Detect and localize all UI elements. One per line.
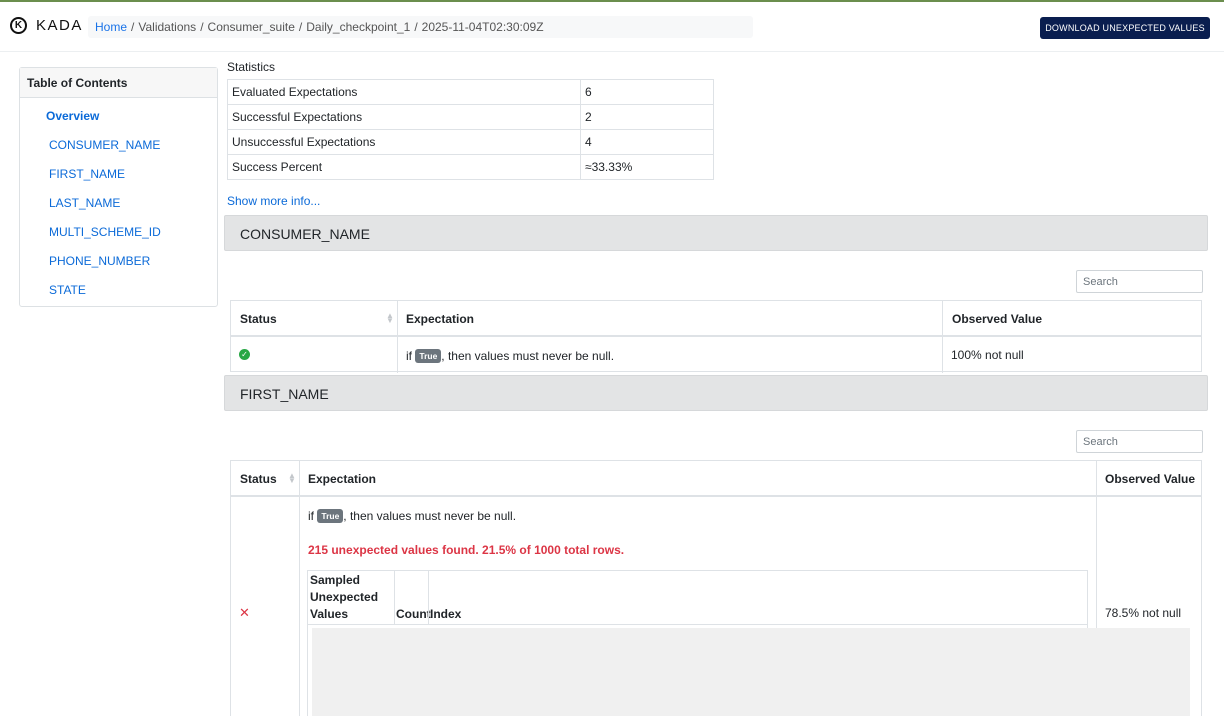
stat-label: Success Percent (227, 154, 581, 180)
true-badge: True (317, 509, 344, 523)
expectation-text: if True, then values must never be null. (406, 349, 615, 363)
stat-value: 2 (580, 104, 714, 130)
stat-label: Successful Expectations (227, 104, 581, 130)
section-header-consumer-name[interactable]: CONSUMER_NAME (224, 215, 1208, 251)
show-more-info-link[interactable]: Show more info... (227, 194, 320, 208)
table-row: Success Percent ≈33.33% (227, 154, 714, 180)
table-row: Unsuccessful Expectations 4 (227, 129, 714, 155)
status-column-header[interactable]: Status (231, 301, 397, 337)
statistics-table: Evaluated Expectations 6 Successful Expe… (227, 79, 714, 180)
stat-value: ≈33.33% (580, 154, 714, 180)
section-header-first-name[interactable]: FIRST_NAME (224, 375, 1208, 411)
stat-value: 4 (580, 129, 714, 155)
stat-value: 6 (580, 79, 714, 105)
expectations-table-consumer-name: Status ▲ ▼ Expectation Observed Value ✓ i… (230, 300, 1202, 373)
search-input[interactable]: Search (1076, 430, 1203, 453)
breadcrumb-item: Validations (138, 20, 197, 34)
kada-logo-icon: K (10, 17, 27, 34)
count-header: Count (396, 607, 431, 621)
breadcrumb-item: Consumer_suite (207, 20, 295, 34)
table-header-row (231, 461, 1201, 497)
toc-item-consumer-name[interactable]: CONSUMER_NAME (49, 138, 160, 152)
table-row: Successful Expectations 2 (227, 104, 714, 130)
true-badge: True (415, 349, 442, 363)
top-header: K KADA Home / Validations / Consumer_suite / D… (0, 2, 1224, 52)
expectation-column-header[interactable]: Expectation (299, 461, 376, 497)
brand-logo[interactable]: K KADA (10, 17, 83, 34)
sampled-values-header: Sampled Unexpected Values (310, 573, 379, 621)
sort-icon[interactable]: ▲ ▼ (288, 472, 296, 485)
toc-item-first-name[interactable]: FIRST_NAME (49, 167, 125, 181)
stat-label: Evaluated Expectations (227, 79, 581, 105)
table-row: Evaluated Expectations 6 (227, 79, 714, 105)
sort-icon[interactable]: ▲ ▼ (386, 312, 394, 325)
expectation-column-header[interactable]: Expectation (397, 301, 474, 337)
search-input[interactable]: Search (1076, 270, 1203, 293)
observed-value: 100% not null (951, 348, 1024, 362)
breadcrumb-item: 2025-11-04T02:30:09Z (421, 20, 544, 34)
expectation-text: if True, then values must never be null. (308, 509, 517, 523)
brand-name: KADA (36, 17, 83, 34)
toc-item-state[interactable]: STATE (49, 283, 86, 297)
statistics-title: Statistics (227, 60, 276, 74)
toc-item-last-name[interactable]: LAST_NAME (49, 196, 120, 210)
breadcrumb-item: Daily_checkpoint_1 (306, 20, 411, 34)
failure-x-icon: ✕ (239, 605, 250, 620)
sampled-unexpected-values-table: Sampled Unexpected Values Count Index (307, 570, 1190, 716)
observed-value: 78.5% not null (1105, 606, 1182, 620)
unexpected-values-message: 215 unexpected values found. 21.5% of 10… (308, 543, 625, 557)
breadcrumb: Home / Validations / Consumer_suite / Daily_ch… (88, 16, 753, 38)
index-header: Index (430, 607, 462, 621)
toc-item-overview[interactable]: Overview (46, 109, 99, 123)
table-of-contents: Table of Contents Overview CONSUMER_NAME… (19, 67, 218, 307)
toc-item-phone-number[interactable]: PHONE_NUMBER (49, 254, 150, 268)
toc-title: Table of Contents (20, 68, 217, 98)
stat-label: Unsuccessful Expectations (227, 129, 581, 155)
success-check-icon: ✓ (239, 349, 250, 360)
expectations-table-first-name: Status ▲ ▼ Expectation Observed Value ✕ i… (230, 460, 1202, 716)
sampled-values-placeholder (312, 628, 1190, 716)
toc-item-multi-scheme-id[interactable]: MULTI_SCHEME_ID (49, 225, 161, 239)
observed-value-column-header[interactable]: Observed Value (943, 301, 1042, 337)
breadcrumb-home-link[interactable]: Home (95, 20, 127, 34)
download-unexpected-values-button[interactable]: DOWNLOAD UNEXPECTED VALUES (1040, 17, 1210, 39)
observed-value-column-header[interactable]: Observed Value (1096, 461, 1195, 497)
